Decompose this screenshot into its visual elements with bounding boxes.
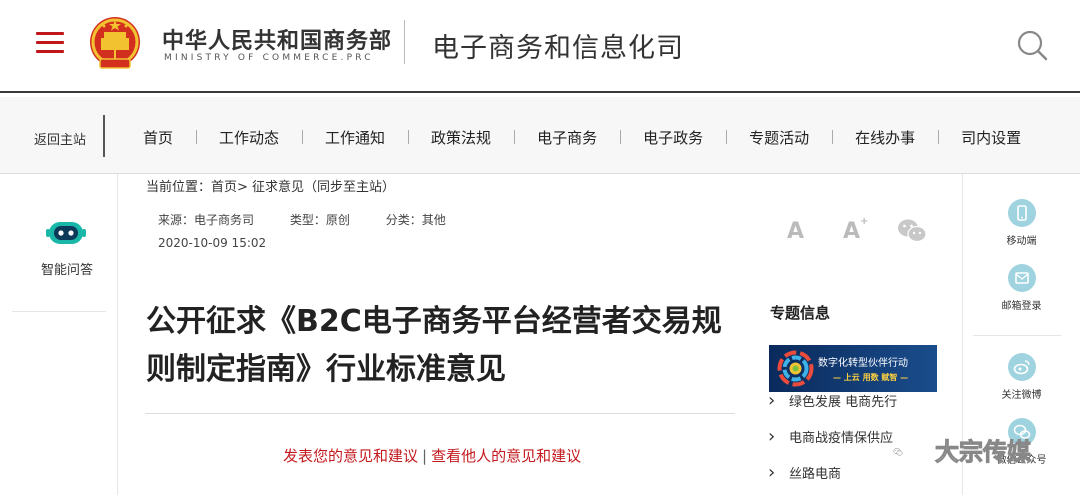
nav-item-work-notices[interactable]: 工作通知 (302, 127, 408, 148)
menu-icon[interactable] (36, 32, 64, 54)
search-icon[interactable] (1015, 28, 1049, 62)
header-divider (404, 20, 405, 64)
article-source: 来源：电子商务司 (158, 213, 255, 227)
mail-login-label: 邮箱登录 (1001, 301, 1042, 312)
back-home-link[interactable]: 返回主站 (34, 129, 86, 148)
watermark-wechat-icon (893, 448, 903, 456)
nav-item-online-services[interactable]: 在线办事 (832, 127, 938, 148)
mail-login-link[interactable]: 邮箱登录 (963, 264, 1080, 312)
site-header: 中华人民共和国商务部 MINISTRY OF COMMERCE.PRC 电子商务… (0, 0, 1080, 93)
nav-item-ecommerce[interactable]: 电子商务 (514, 127, 620, 148)
mobile-icon (1007, 199, 1036, 227)
banner-logo-icon (777, 350, 814, 387)
banner-subtitle: — 上云 用数 赋智 — (833, 373, 909, 382)
mobile-label: 移动端 (1006, 236, 1037, 247)
right-divider (973, 335, 1061, 336)
digital-transformation-banner[interactable]: 数字化转型伙伴行动 — 上云 用数 赋智 — (769, 345, 937, 392)
weibo-link[interactable]: 关注微博 (963, 353, 1080, 401)
main-nav: 返回主站 首页 工作动态 工作通知 政策法规 电子商务 电子政务 专题活动 在线… (0, 97, 1080, 174)
smart-qa-link[interactable]: 智能问答 (41, 259, 93, 278)
font-increase-button[interactable]: A (787, 219, 804, 244)
national-emblem-logo[interactable] (88, 14, 142, 72)
nav-item-egov[interactable]: 电子政务 (620, 127, 726, 148)
view-opinions-link[interactable]: 查看他人的意见和建议 (431, 447, 581, 465)
chatbot-robot-icon[interactable] (46, 216, 86, 248)
article-title: 公开征求《B2C电子商务平台经营者交易规则制定指南》行业标准意见 (146, 304, 722, 387)
department-title[interactable]: 电子商务和信息化司 (432, 26, 684, 65)
breadcrumb-prefix: 当前位置： (146, 180, 212, 195)
article-date: 2020-10-09 15:02 (158, 236, 267, 250)
font-decrease-button[interactable]: A+ (843, 215, 869, 244)
left-divider (12, 311, 106, 312)
font-decrease-label: A (843, 219, 861, 244)
watermark-text: 大宗传媒 (935, 438, 1032, 467)
nav-item-home[interactable]: 首页 (120, 127, 196, 148)
mobile-link[interactable]: 移动端 (963, 199, 1080, 247)
article-meta: 来源：电子商务司 类型：原创 分类：其他 (158, 211, 478, 228)
breadcrumb-home-link[interactable]: 首页 (211, 180, 237, 195)
nav-item-work-news[interactable]: 工作动态 (196, 127, 302, 148)
links-separator: | (422, 447, 428, 465)
topics-heading: 专题信息 (770, 304, 831, 322)
nav-menu: 首页 工作动态 工作通知 政策法规 电子商务 电子政务 专题活动 在线办事 司内… (120, 127, 1044, 148)
weibo-label: 关注微博 (1001, 390, 1042, 401)
nav-item-internal-setup[interactable]: 司内设置 (938, 127, 1044, 148)
mail-icon (1007, 264, 1036, 292)
nav-item-policies[interactable]: 政策法规 (408, 127, 514, 148)
wechat-share-icon[interactable] (897, 218, 927, 244)
article-category: 分类：其他 (385, 213, 446, 227)
list-item[interactable]: 绿色发展 电商先行 (768, 393, 943, 431)
breadcrumb-current: > 征求意见（同步至主站） (237, 180, 396, 195)
submit-opinion-link[interactable]: 发表您的意见和建议 (283, 447, 418, 465)
article-type: 类型：原创 (289, 213, 350, 227)
opinion-links: 发表您的意见和建议 | 查看他人的意见和建议 (283, 445, 581, 466)
nav-divider (103, 115, 105, 157)
banner-title: 数字化转型伙伴行动 (818, 358, 908, 369)
nav-item-special-events[interactable]: 专题活动 (726, 127, 832, 148)
ministry-name[interactable]: 中华人民共和国商务部 (162, 23, 392, 55)
breadcrumb: 当前位置：首页> 征求意见（同步至主站） (146, 176, 395, 195)
weibo-icon (1007, 353, 1036, 381)
ministry-name-en: MINISTRY OF COMMERCE.PRC (164, 53, 374, 63)
left-column-border (117, 174, 118, 495)
title-divider (145, 413, 735, 414)
font-decrease-mark: + (860, 215, 869, 227)
